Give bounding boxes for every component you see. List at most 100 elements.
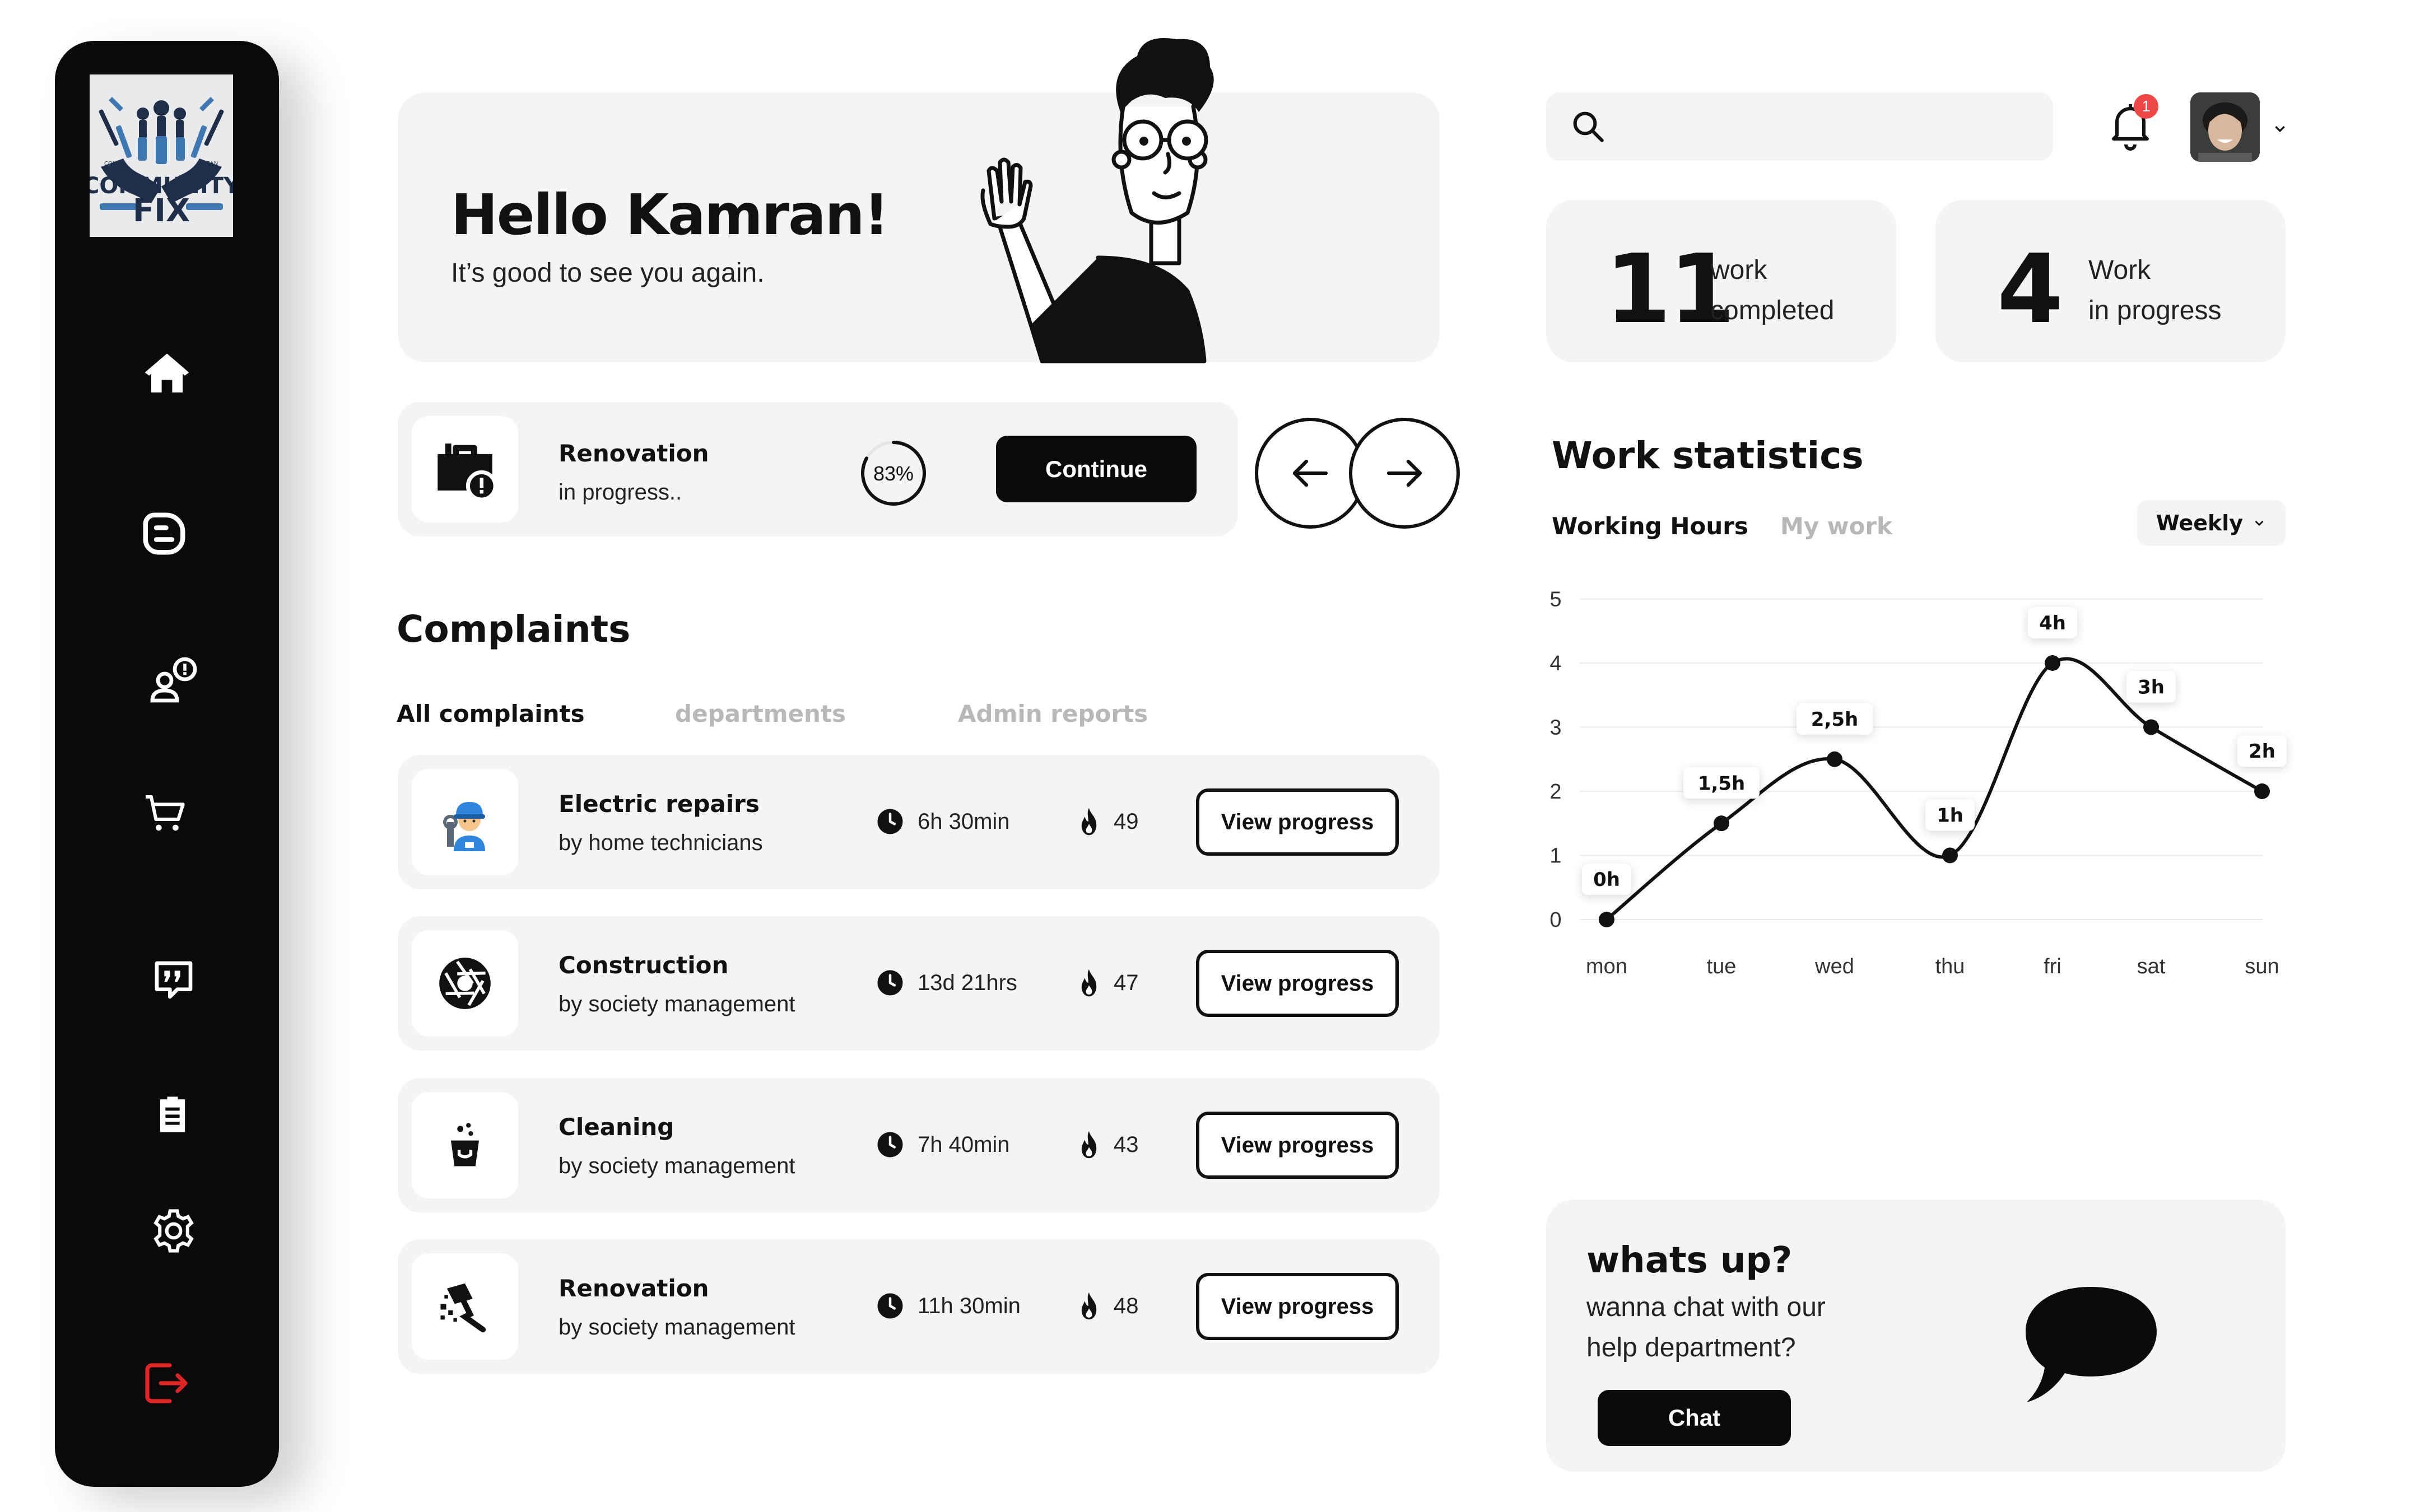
clipboard-icon [160, 1096, 185, 1132]
fire-icon [1081, 1292, 1097, 1320]
chat-title: whats up? [1586, 1240, 1793, 1281]
data-label: 1,5h [1698, 772, 1745, 795]
y-tick-label: 4 [1549, 652, 1561, 675]
toolbox-alert-icon [438, 443, 497, 502]
data-point [2254, 783, 2270, 799]
complaint-duration-value: 13d 21hrs [918, 970, 1017, 995]
x-tick-label: sun [2245, 955, 2279, 978]
data-label: 3h [2138, 676, 2165, 699]
tab-my-work[interactable]: My work [1780, 512, 1892, 540]
data-label: 4h [2039, 612, 2066, 634]
search-icon [1573, 111, 1604, 142]
data-point [1714, 815, 1729, 832]
document-icon [143, 512, 185, 555]
sidebar-item-feedback[interactable] [143, 949, 204, 1011]
period-dropdown-label: Weekly [2156, 511, 2244, 535]
tab-admin-reports[interactable]: Admin reports [958, 700, 1148, 727]
chevron-down-icon[interactable] [2272, 120, 2288, 137]
search-input[interactable] [1625, 104, 2039, 150]
complaint-icon-box [412, 1092, 518, 1198]
continue-button[interactable]: Continue [996, 436, 1197, 502]
complaints-title: Complaints [397, 608, 631, 651]
speech-bubble-icon [2026, 1287, 2157, 1402]
task-icon-box [412, 416, 518, 522]
x-tick-label: fri [2044, 955, 2061, 978]
logo-small-right: CLEAN [199, 161, 218, 167]
chat-card: whats up? wanna chat with our help depar… [1546, 1200, 2286, 1472]
complaint-priority: 47 [1077, 968, 1139, 998]
complaint-priority-value: 48 [1114, 1293, 1139, 1318]
complaint-row: Cleaning by society management 7h 40min … [398, 1078, 1440, 1212]
sidebar-item-home[interactable] [136, 343, 198, 404]
task-progress-ring: 83% [861, 441, 926, 506]
data-point [2045, 655, 2060, 671]
data-point [1942, 847, 1958, 864]
aperture-icon [439, 958, 491, 1009]
complaint-duration-value: 6h 30min [918, 809, 1010, 834]
data-label: 1h [1937, 805, 1963, 827]
view-progress-button[interactable]: View progress [1196, 1273, 1399, 1340]
x-tick-label: mon [1586, 955, 1627, 978]
greeting-subtitle: It’s good to see you again. [451, 258, 765, 288]
view-progress-button[interactable]: View progress [1196, 950, 1399, 1017]
tab-working-hours[interactable]: Working Hours [1552, 512, 1748, 540]
fire-icon [1081, 1131, 1097, 1159]
technician-icon [443, 802, 485, 851]
sidebar-item-logout[interactable] [134, 1352, 196, 1414]
complaint-icon-box [412, 930, 518, 1037]
avatar[interactable] [2190, 92, 2260, 162]
complaint-duration: 7h 40min [875, 1130, 1010, 1160]
arrow-left-icon [1292, 459, 1328, 487]
in-progress-count: 4 [1997, 234, 2063, 345]
complaint-department: by society management [559, 1154, 795, 1178]
y-tick-label: 2 [1549, 780, 1561, 804]
data-point [2143, 719, 2159, 735]
sidebar-item-user-alerts[interactable] [143, 650, 204, 711]
paint-roller-icon [440, 1283, 486, 1333]
chat-button[interactable]: Chat [1598, 1390, 1791, 1446]
complaint-title: Construction [559, 951, 729, 979]
x-tick-label: wed [1814, 955, 1854, 978]
complaint-priority-value: 49 [1114, 809, 1139, 834]
complaint-priority: 43 [1077, 1130, 1139, 1160]
complaint-title: Renovation [559, 1275, 709, 1302]
complaint-duration: 11h 30min [875, 1291, 1021, 1321]
next-button[interactable] [1349, 418, 1460, 529]
sidebar-item-cart[interactable] [134, 783, 196, 844]
task-title: Renovation [559, 440, 709, 467]
complaint-department: by society management [559, 1315, 795, 1340]
clock-icon [877, 1132, 903, 1158]
sidebar-item-documents[interactable] [133, 503, 195, 564]
complaint-row: Renovation by society management 11h 30m… [398, 1239, 1440, 1374]
y-tick-label: 0 [1549, 908, 1561, 932]
clock-icon [877, 1293, 903, 1319]
sidebar-item-tasks[interactable] [142, 1084, 203, 1145]
complaint-title: Electric repairs [559, 790, 760, 818]
complaint-icon-box [412, 1253, 518, 1360]
complaint-title: Cleaning [559, 1113, 674, 1141]
view-progress-button[interactable]: View progress [1196, 788, 1399, 856]
sidebar-item-settings[interactable] [143, 1200, 204, 1262]
tab-departments[interactable]: departments [675, 700, 846, 727]
tab-all-complaints[interactable]: All complaints [397, 700, 585, 727]
y-tick-label: 5 [1549, 588, 1561, 612]
home-icon [145, 353, 189, 393]
fire-icon [1081, 808, 1097, 836]
y-tick-label: 1 [1549, 844, 1561, 868]
x-tick-label: tue [1707, 955, 1737, 978]
logo-small-left: COMM [104, 161, 122, 167]
complaint-duration: 13d 21hrs [875, 968, 1017, 998]
bucket-icon [451, 1123, 479, 1166]
fire-icon [1081, 969, 1097, 997]
avatar-photo [2190, 92, 2260, 162]
chat-line-1: wanna chat with our [1586, 1292, 1826, 1322]
data-label: 0h [1593, 869, 1620, 891]
y-tick-label: 3 [1549, 716, 1561, 740]
complaint-department: by home technicians [559, 830, 763, 855]
period-dropdown[interactable]: Weekly [2137, 500, 2286, 546]
chat-line-2: help department? [1586, 1333, 1796, 1362]
search-bar[interactable] [1546, 92, 2053, 161]
notification-bell[interactable]: 1 [2103, 94, 2165, 156]
view-progress-button[interactable]: View progress [1196, 1112, 1399, 1179]
complaint-priority-value: 47 [1114, 970, 1139, 995]
